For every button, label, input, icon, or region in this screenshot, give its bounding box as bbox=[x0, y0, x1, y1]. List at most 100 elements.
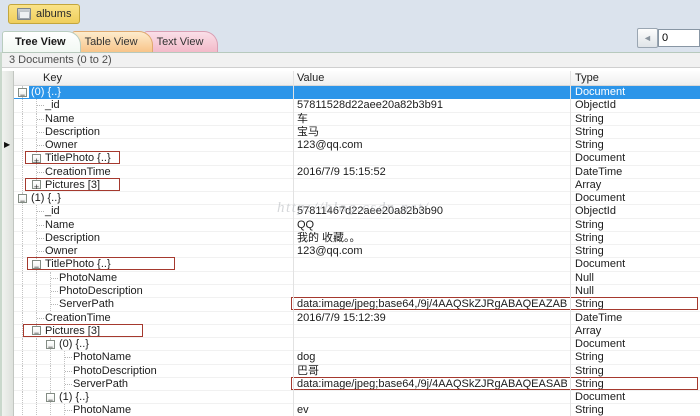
tree-connector bbox=[37, 132, 44, 133]
tree-row[interactable]: Owner 123@qq.com String bbox=[13, 139, 700, 152]
row-key: PhotoName bbox=[73, 404, 131, 416]
tree-guide-line bbox=[22, 232, 23, 244]
row-key: ServerPath bbox=[59, 298, 114, 310]
tree-connector bbox=[37, 225, 44, 226]
tree-row[interactable]: PhotoDescription 巴哥 String bbox=[13, 365, 700, 378]
tree-guide-line bbox=[22, 272, 23, 284]
row-key: (0) {..} bbox=[59, 338, 89, 350]
watermark-text: http://blog.csdn.net/ bbox=[277, 200, 429, 217]
tree-guide-line bbox=[50, 378, 51, 390]
row-type: ObjectId bbox=[575, 99, 616, 111]
tree-connector bbox=[37, 211, 44, 212]
row-key: Description bbox=[45, 126, 100, 138]
row-key: Name bbox=[45, 219, 74, 231]
row-type: String bbox=[575, 232, 604, 244]
tree-guide-line bbox=[22, 285, 23, 297]
row-type: ObjectId bbox=[575, 205, 616, 217]
skip-count-input[interactable] bbox=[658, 29, 700, 47]
tree-row[interactable]: − (1) {..} Document bbox=[13, 391, 700, 404]
annotation-highlight-box bbox=[25, 151, 120, 164]
annotation-highlight-box bbox=[27, 257, 175, 270]
tree-guide-line bbox=[36, 365, 37, 377]
tree-row[interactable]: PhotoName dog String bbox=[13, 351, 700, 364]
panel-left-border bbox=[0, 52, 2, 416]
annotation-highlight-box bbox=[25, 178, 120, 191]
collapse-minus-icon[interactable]: − bbox=[46, 340, 55, 349]
row-type: String bbox=[575, 219, 604, 231]
tree-connector bbox=[37, 238, 44, 239]
tree-row[interactable]: Name QQ String bbox=[13, 219, 700, 232]
row-type: Array bbox=[575, 325, 601, 337]
tree-row[interactable]: − (0) {..} Document bbox=[13, 338, 700, 351]
row-type: DateTime bbox=[575, 312, 622, 324]
collapse-minus-icon[interactable]: − bbox=[18, 194, 27, 203]
document-navigator: ◄ bbox=[637, 28, 700, 48]
tree-row[interactable]: − (0) {..} Document bbox=[13, 86, 700, 99]
tree-row[interactable]: ServerPath data:image/jpeg;base64,/9j/4A… bbox=[13, 378, 700, 391]
annotation-highlight-box bbox=[23, 324, 143, 337]
row-value: 2016/7/9 15:12:39 bbox=[297, 312, 386, 324]
row-key: PhotoDescription bbox=[73, 365, 157, 377]
row-value: 宝马 bbox=[297, 126, 319, 138]
tree-guide-line bbox=[36, 338, 37, 350]
column-header-type[interactable]: Type bbox=[575, 71, 599, 85]
tree-guide-line bbox=[22, 205, 23, 217]
tree-guide-line bbox=[22, 258, 23, 270]
tree-row[interactable]: ServerPath data:image/jpeg;base64,/9j/4A… bbox=[13, 298, 700, 311]
column-header-key[interactable]: Key bbox=[43, 71, 62, 85]
column-header-value[interactable]: Value bbox=[297, 71, 324, 85]
tree-guide-line bbox=[22, 99, 23, 111]
tree-row[interactable]: PhotoName Null bbox=[13, 272, 700, 285]
tab-table-view[interactable]: Table View bbox=[72, 31, 153, 52]
tree-row[interactable]: Owner 123@qq.com String bbox=[13, 245, 700, 258]
row-key: Description bbox=[45, 232, 100, 244]
documents-status-bar: 3 Documents (0 to 2) bbox=[2, 53, 700, 68]
tree-guide-line bbox=[36, 285, 37, 297]
tree-connector bbox=[37, 145, 44, 146]
tree-guide-line bbox=[22, 126, 23, 138]
current-row-arrow-icon: ▶ bbox=[4, 140, 10, 149]
row-value: 我的 收藏。。 bbox=[297, 232, 361, 244]
tree-row[interactable]: PhotoName ev String bbox=[13, 404, 700, 416]
tree-row[interactable]: _id 57811528d22aee20a82b3b91 ObjectId bbox=[13, 99, 700, 112]
tree-guide-line bbox=[50, 365, 51, 377]
tree-connector bbox=[37, 119, 44, 120]
row-type: Array bbox=[575, 179, 601, 191]
row-type: Null bbox=[575, 285, 594, 297]
tree-connector bbox=[51, 278, 58, 279]
tree-guide-line bbox=[22, 166, 23, 178]
tree-row[interactable]: + Pictures [3] Array bbox=[13, 179, 700, 192]
previous-page-button[interactable]: ◄ bbox=[637, 28, 658, 48]
tree-row[interactable]: PhotoDescription Null bbox=[13, 285, 700, 298]
tree-row[interactable]: CreationTime 2016/7/9 15:12:39 DateTime bbox=[13, 312, 700, 325]
tree-guide-line bbox=[36, 404, 37, 416]
tree-row[interactable]: CreationTime 2016/7/9 15:15:52 DateTime bbox=[13, 166, 700, 179]
tree-guide-line bbox=[36, 298, 37, 310]
grid-body: − (0) {..} Document _id 57811528d22aee20… bbox=[13, 86, 700, 416]
collapse-minus-icon[interactable]: − bbox=[46, 393, 55, 402]
row-type: Document bbox=[575, 152, 625, 164]
row-type: String bbox=[575, 245, 604, 257]
tree-row[interactable]: Name 车 String bbox=[13, 113, 700, 126]
tree-guide-line bbox=[22, 378, 23, 390]
tree-guide-line bbox=[50, 404, 51, 416]
collapse-minus-icon[interactable]: − bbox=[18, 88, 27, 97]
tree-row[interactable]: − TitlePhoto {..} Document bbox=[13, 258, 700, 271]
row-key: PhotoName bbox=[59, 272, 117, 284]
tab-text-view[interactable]: Text View bbox=[144, 31, 219, 52]
tree-row[interactable]: − Pictures [3] Array bbox=[13, 325, 700, 338]
view-tabstrip: Tree View Table View Text View bbox=[2, 30, 209, 52]
collection-tab-albums[interactable]: albums bbox=[8, 4, 80, 24]
tree-connector bbox=[65, 384, 72, 385]
row-key: PhotoDescription bbox=[59, 285, 143, 297]
tree-row[interactable]: Description 我的 收藏。。 String bbox=[13, 232, 700, 245]
row-type: Document bbox=[575, 258, 625, 270]
row-key: CreationTime bbox=[45, 166, 111, 178]
tab-tree-view[interactable]: Tree View bbox=[2, 31, 81, 52]
tree-row[interactable]: Description 宝马 String bbox=[13, 126, 700, 139]
tree-connector bbox=[37, 318, 44, 319]
tree-guide-line bbox=[22, 338, 23, 350]
row-value: dog bbox=[297, 351, 315, 363]
grid-header: Key Value Type bbox=[2, 71, 700, 86]
tree-row[interactable]: + TitlePhoto {..} Document bbox=[13, 152, 700, 165]
